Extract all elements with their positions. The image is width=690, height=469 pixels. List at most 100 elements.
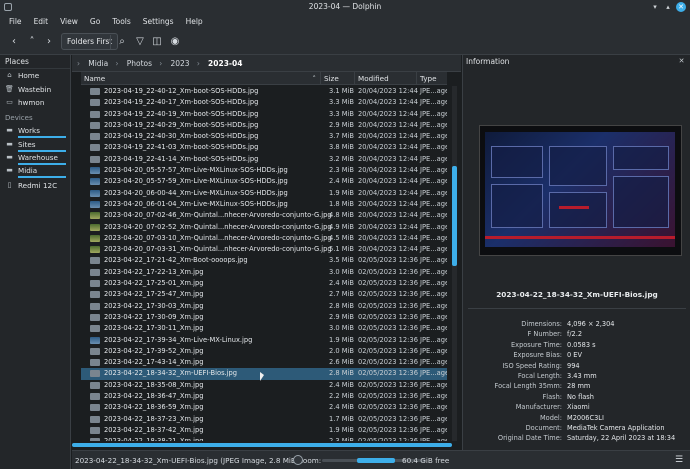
menu-go[interactable]: Go: [84, 14, 106, 29]
file-type: JPE...age: [420, 98, 447, 107]
horizontal-scrollbar[interactable]: [72, 443, 452, 447]
table-row[interactable]: 2023-04-19_22-40-29_Xm-boot-SOS-HDDs.jpg…: [81, 120, 447, 131]
image-file-icon: [90, 359, 100, 367]
menu-view[interactable]: View: [54, 14, 84, 29]
table-row[interactable]: 2023-04-20_07-02-52_Xm-Quintal...nhecer-…: [81, 222, 447, 233]
filter-icon[interactable]: ▽: [134, 36, 146, 48]
table-row[interactable]: 2023-04-20_07-03-31_Xm-Quintal...nhecer-…: [81, 244, 447, 255]
info-property: ISO Speed Rating: 994: [463, 361, 690, 371]
file-size: 1.7 MiB: [329, 414, 354, 423]
property-value: 3.43 mm: [567, 371, 597, 380]
maximize-icon[interactable]: ▴: [663, 2, 673, 12]
menu-settings[interactable]: Settings: [137, 14, 180, 29]
table-row[interactable]: 2023-04-20_07-02-46_Xm-Quintal...nhecer-…: [81, 210, 447, 221]
file-size: 2.8 MiB: [329, 369, 354, 378]
table-row[interactable]: 2023-04-22_18-36-47_Xm.jpg 2.2 MiB 02/05/2…: [81, 391, 447, 402]
menu-tools[interactable]: Tools: [106, 14, 136, 29]
file-list[interactable]: 2023-04-19_22-40-12_Xm-boot-SOS-HDDs.jpg…: [81, 86, 447, 441]
table-row[interactable]: 2023-04-22_17-39-34_Xm-Live-MX-Linux.jpg…: [81, 335, 447, 346]
property-key: ISO Speed Rating:: [502, 361, 562, 370]
menu-help[interactable]: Help: [180, 14, 209, 29]
device-redmi[interactable]: ▯ Redmi 12C: [0, 179, 70, 192]
table-row[interactable]: 2023-04-19_22-40-30_Xm-boot-SOS-HDDs.jpg…: [81, 131, 447, 142]
menu-file[interactable]: File: [3, 14, 28, 29]
place-wastebin[interactable]: 🗑 Wastebin: [0, 83, 70, 96]
column-type[interactable]: Type: [417, 72, 447, 85]
table-row[interactable]: 2023-04-22_18-36-59_Xm.jpg 2.4 MiB 02/05/2…: [81, 402, 447, 413]
file-type: JPE...age: [420, 188, 447, 197]
table-row[interactable]: 2023-04-22_18-34-32_Xm-UEFI-Bios.jpg 2.8 …: [81, 368, 447, 380]
file-type: JPE...age: [420, 425, 447, 434]
breadcrumb-midia[interactable]: Midia: [88, 55, 108, 72]
place-hwmon[interactable]: ▭ hwmon: [0, 96, 70, 109]
menu-edit[interactable]: Edit: [28, 14, 55, 29]
table-row[interactable]: 2023-04-20_05-57-57_Xm-Live-MXLinux-SOS-…: [81, 165, 447, 176]
image-file-icon: [90, 200, 100, 208]
hamburger-menu-icon[interactable]: ☰: [674, 455, 684, 465]
device-warehouse[interactable]: ▬ Warehouse: [0, 151, 70, 165]
device-works[interactable]: ▬ Works: [0, 124, 70, 138]
file-size: 5.1 MiB: [329, 245, 354, 254]
table-row[interactable]: 2023-04-19_22-41-14_Xm-boot-SOS-HDDs.jpg…: [81, 154, 447, 165]
table-row[interactable]: 2023-04-22_17-22-13_Xm.jpg 3.0 MiB 02/05/2…: [81, 267, 447, 278]
file-name: 2023-04-20_06-00-44_Xm-Live-MXLinux-SOS-…: [104, 188, 288, 197]
file-type: JPE...age: [420, 233, 447, 242]
place-home[interactable]: ⌂ Home: [0, 69, 70, 82]
breadcrumb-photos[interactable]: Photos: [127, 55, 152, 72]
table-row[interactable]: 2023-04-19_22-40-19_Xm-boot-SOS-HDDs.jpg…: [81, 109, 447, 120]
image-file-icon: [90, 178, 100, 186]
table-row[interactable]: 2023-04-20_07-03-10_Xm-Quintal...nhecer-…: [81, 233, 447, 244]
column-size[interactable]: Size: [321, 72, 355, 85]
file-type: JPE...age: [420, 222, 447, 231]
table-row[interactable]: 2023-04-22_18-37-23_Xm.jpg 1.7 MiB 02/05/2…: [81, 414, 447, 425]
table-row[interactable]: 2023-04-20_05-57-59_Xm-Live-MXLinux-SOS-…: [81, 176, 447, 187]
forward-icon[interactable]: ›: [43, 36, 55, 48]
table-row[interactable]: 2023-04-22_17-21-42_Xm-Boot-oooops.jpg 3.…: [81, 255, 447, 266]
table-row[interactable]: 2023-04-20_06-00-44_Xm-Live-MXLinux-SOS-…: [81, 188, 447, 199]
table-row[interactable]: 2023-04-22_17-30-09_Xm.jpg 2.9 MiB 02/05/2…: [81, 312, 447, 323]
vertical-scrollbar[interactable]: [452, 86, 457, 441]
table-row[interactable]: 2023-04-19_22-40-17_Xm-boot-SOS-HDDs.jpg…: [81, 97, 447, 108]
image-file-icon: [90, 381, 100, 389]
back-icon[interactable]: ‹: [8, 36, 20, 48]
image-preview: [479, 125, 682, 256]
table-row[interactable]: 2023-04-22_17-30-11_Xm.jpg 3.0 MiB 02/05/2…: [81, 323, 447, 334]
file-modified: 02/05/2023 12:36: [358, 267, 418, 276]
table-row[interactable]: 2023-04-19_22-40-12_Xm-boot-SOS-HDDs.jpg…: [81, 86, 447, 97]
table-row[interactable]: 2023-04-22_17-25-47_Xm.jpg 2.7 MiB 02/05/2…: [81, 289, 447, 300]
info-property: F Number: f/2.2: [463, 329, 690, 339]
window-title: 2023-04 — Dolphin: [308, 2, 382, 11]
table-row[interactable]: 2023-04-19_22-41-03_Xm-boot-SOS-HDDs.jpg…: [81, 142, 447, 153]
split-view-icon[interactable]: ◫: [151, 36, 163, 48]
property-value: M2006C3LI: [567, 413, 604, 422]
table-row[interactable]: 2023-04-22_17-39-52_Xm.jpg 2.0 MiB 02/05/2…: [81, 346, 447, 357]
breadcrumb-2023[interactable]: 2023: [170, 55, 189, 72]
search-icon[interactable]: ⌕: [116, 36, 128, 48]
file-size: 2.4 MiB: [329, 380, 354, 389]
breadcrumb-current[interactable]: 2023-04: [208, 55, 242, 72]
preview-icon[interactable]: ◉: [169, 36, 181, 48]
table-row[interactable]: 2023-04-22_17-30-03_Xm.jpg 2.8 MiB 02/05/2…: [81, 301, 447, 312]
list-header: Name ˄ Size Modified Type: [81, 72, 447, 85]
column-name[interactable]: Name ˄: [81, 72, 321, 85]
table-row[interactable]: 2023-04-22_18-35-08_Xm.jpg 2.4 MiB 02/05/2…: [81, 380, 447, 391]
device-midia[interactable]: ▬ Midia: [0, 164, 70, 178]
file-name: 2023-04-19_22-40-29_Xm-boot-SOS-HDDs.jpg: [104, 120, 259, 129]
device-sites[interactable]: ▬ Sites: [0, 138, 70, 152]
up-icon[interactable]: ˄: [26, 36, 38, 48]
close-icon[interactable]: ✕: [677, 57, 686, 66]
column-modified[interactable]: Modified: [355, 72, 417, 85]
file-modified: 20/04/2023 12:44: [358, 87, 418, 95]
menu-bar: File Edit View Go Tools Settings Help: [0, 14, 690, 29]
table-row[interactable]: 2023-04-22_18-37-42_Xm.jpg 1.9 MiB 02/05/2…: [81, 425, 447, 436]
zoom-slider-handle[interactable]: [293, 455, 303, 465]
property-value: 0.0583 s: [567, 340, 596, 349]
pin-icon[interactable]: [4, 3, 12, 11]
table-row[interactable]: 2023-04-22_17-43-14_Xm.jpg 2.6 MiB 02/05/2…: [81, 357, 447, 368]
table-row[interactable]: 2023-04-22_17-25-01_Xm.jpg 2.4 MiB 02/05/2…: [81, 278, 447, 289]
close-icon[interactable]: ✕: [676, 2, 686, 12]
table-row[interactable]: 2023-04-22_18-38-21_Xm.jpg 2.3 MiB 02/05/2…: [81, 436, 447, 441]
minimize-icon[interactable]: ▾: [650, 2, 660, 12]
scrollbar-thumb[interactable]: [452, 166, 457, 266]
table-row[interactable]: 2023-04-20_06-01-04_Xm-Live-MXLinux-SOS-…: [81, 199, 447, 210]
